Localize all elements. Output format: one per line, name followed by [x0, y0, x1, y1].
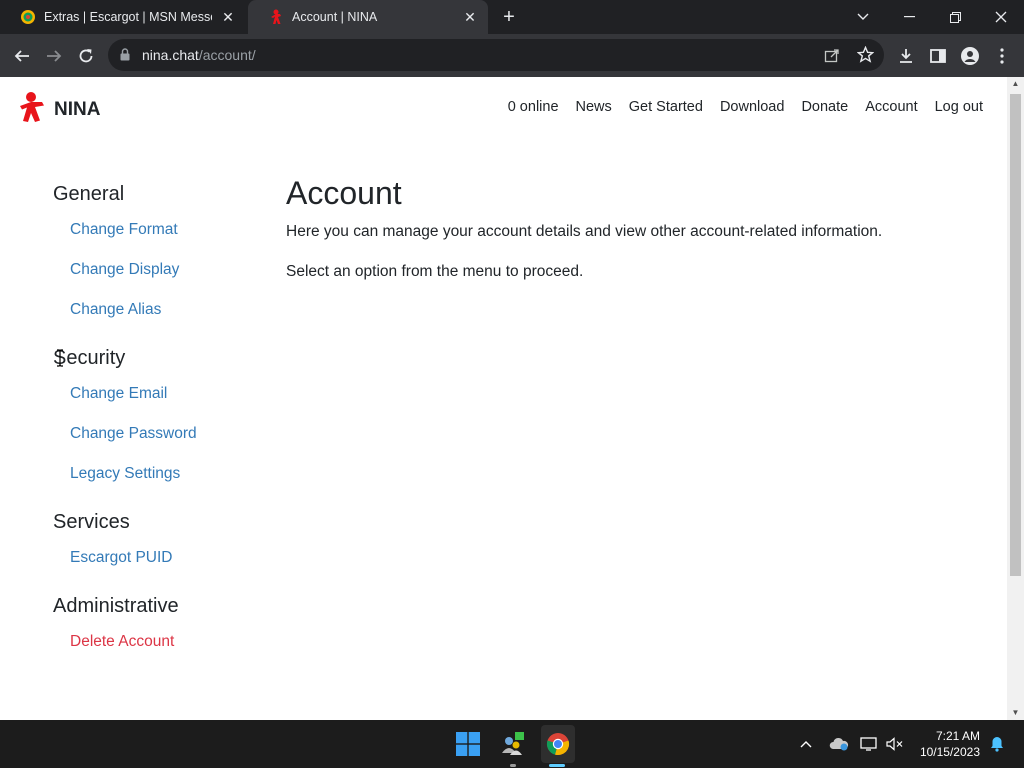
- clock-date: 10/15/2023: [919, 745, 980, 759]
- close-window-button[interactable]: [978, 0, 1024, 34]
- sidebar-link-change-email[interactable]: Change Email: [70, 385, 167, 403]
- reload-button[interactable]: [70, 40, 102, 72]
- brand-link[interactable]: NINA: [17, 91, 100, 128]
- lock-icon[interactable]: [120, 48, 130, 66]
- nina-logo-icon: [17, 91, 47, 128]
- bookmark-star-icon[interactable]: [856, 45, 875, 68]
- close-tab-icon[interactable]: ✕: [462, 9, 478, 25]
- chrome-app-icon[interactable]: [541, 725, 575, 763]
- sidebar-link-change-format[interactable]: Change Format: [70, 221, 178, 239]
- tab-nina[interactable]: Account | NINA ✕: [248, 0, 488, 34]
- forward-button[interactable]: [38, 40, 70, 72]
- text-cursor-icon: [56, 349, 64, 372]
- tab-title: Account | NINA: [292, 10, 378, 24]
- top-nav: 0 online News Get Started Download Donat…: [491, 99, 983, 115]
- tab-search-icon[interactable]: [840, 0, 886, 34]
- network-icon[interactable]: [858, 732, 880, 756]
- menu-kebab-icon[interactable]: [986, 40, 1018, 72]
- scroll-up-icon[interactable]: ▲: [1007, 77, 1024, 91]
- onedrive-icon[interactable]: [828, 732, 850, 756]
- address-bar[interactable]: nina.chat/account/: [108, 39, 884, 71]
- sidebar-heading-services: Services: [53, 511, 130, 533]
- windows-start-icon[interactable]: [452, 728, 484, 760]
- close-tab-icon[interactable]: ✕: [220, 9, 236, 25]
- nav-donate[interactable]: Donate: [801, 99, 848, 115]
- side-panel-icon[interactable]: [922, 40, 954, 72]
- clock-time: 7:21 AM: [935, 729, 980, 743]
- scroll-down-icon[interactable]: ▼: [1007, 706, 1024, 720]
- download-icon[interactable]: [890, 40, 922, 72]
- nav-news[interactable]: News: [576, 99, 612, 115]
- intro-paragraph: Here you can manage your account details…: [286, 223, 883, 240]
- brand-name: NINA: [54, 98, 101, 120]
- sidebar-link-escargot-puid[interactable]: Escargot PUID: [70, 549, 173, 567]
- nina-icon: [268, 9, 284, 25]
- taskbar-clock[interactable]: 7:21 AM 10/15/2023: [920, 728, 980, 760]
- web-page: NINA 0 online News Get Started Download …: [0, 77, 1007, 720]
- tab-strip: Extras | Escargot | MSN Messeng ✕ Accoun…: [0, 0, 1024, 34]
- sidebar-heading-general: General: [53, 183, 125, 205]
- restore-button[interactable]: [932, 0, 978, 34]
- sidebar-link-change-display[interactable]: Change Display: [70, 261, 179, 279]
- back-button[interactable]: [6, 40, 38, 72]
- app-active-indicator: [549, 764, 565, 767]
- sidebar-link-change-alias[interactable]: Change Alias: [70, 301, 161, 319]
- instruction-paragraph: Select an option from the menu to procee…: [286, 263, 584, 280]
- minimize-button[interactable]: [886, 0, 932, 34]
- nav-download[interactable]: Download: [720, 99, 785, 115]
- tray-overflow-icon[interactable]: [795, 732, 817, 756]
- windows-taskbar: 7:21 AM 10/15/2023: [0, 720, 1024, 768]
- profile-icon[interactable]: [954, 40, 986, 72]
- messenger-app-icon[interactable]: [497, 728, 529, 760]
- tab-title: Extras | Escargot | MSN Messeng: [44, 10, 212, 24]
- url-path: /account/: [198, 47, 256, 63]
- share-icon[interactable]: [824, 47, 840, 68]
- tab-escargot[interactable]: Extras | Escargot | MSN Messeng ✕: [0, 0, 246, 34]
- nav-account[interactable]: Account: [865, 99, 917, 115]
- url-text: nina.chat/account/: [142, 47, 256, 63]
- page-scrollbar[interactable]: ▲ ▼: [1007, 77, 1024, 720]
- nav-log-out[interactable]: Log out: [935, 99, 983, 115]
- notification-bell-icon[interactable]: [986, 732, 1008, 756]
- volume-muted-icon[interactable]: [884, 732, 906, 756]
- sidebar-link-change-password[interactable]: Change Password: [70, 425, 197, 443]
- scrollbar-thumb[interactable]: [1010, 94, 1021, 576]
- url-host: nina.chat: [142, 47, 199, 63]
- sidebar-link-legacy-settings[interactable]: Legacy Settings: [70, 465, 180, 483]
- escargot-icon: [20, 9, 36, 25]
- sidebar-heading-administrative: Administrative: [53, 595, 179, 617]
- nav-get-started[interactable]: Get Started: [629, 99, 703, 115]
- browser-toolbar: nina.chat/account/: [0, 34, 1024, 77]
- page-title: Account: [286, 175, 402, 211]
- app-running-indicator: [510, 764, 516, 767]
- sidebar-link-delete-account[interactable]: Delete Account: [70, 633, 174, 651]
- new-tab-button[interactable]: +: [497, 5, 521, 29]
- nav-online-count[interactable]: 0 online: [508, 99, 559, 115]
